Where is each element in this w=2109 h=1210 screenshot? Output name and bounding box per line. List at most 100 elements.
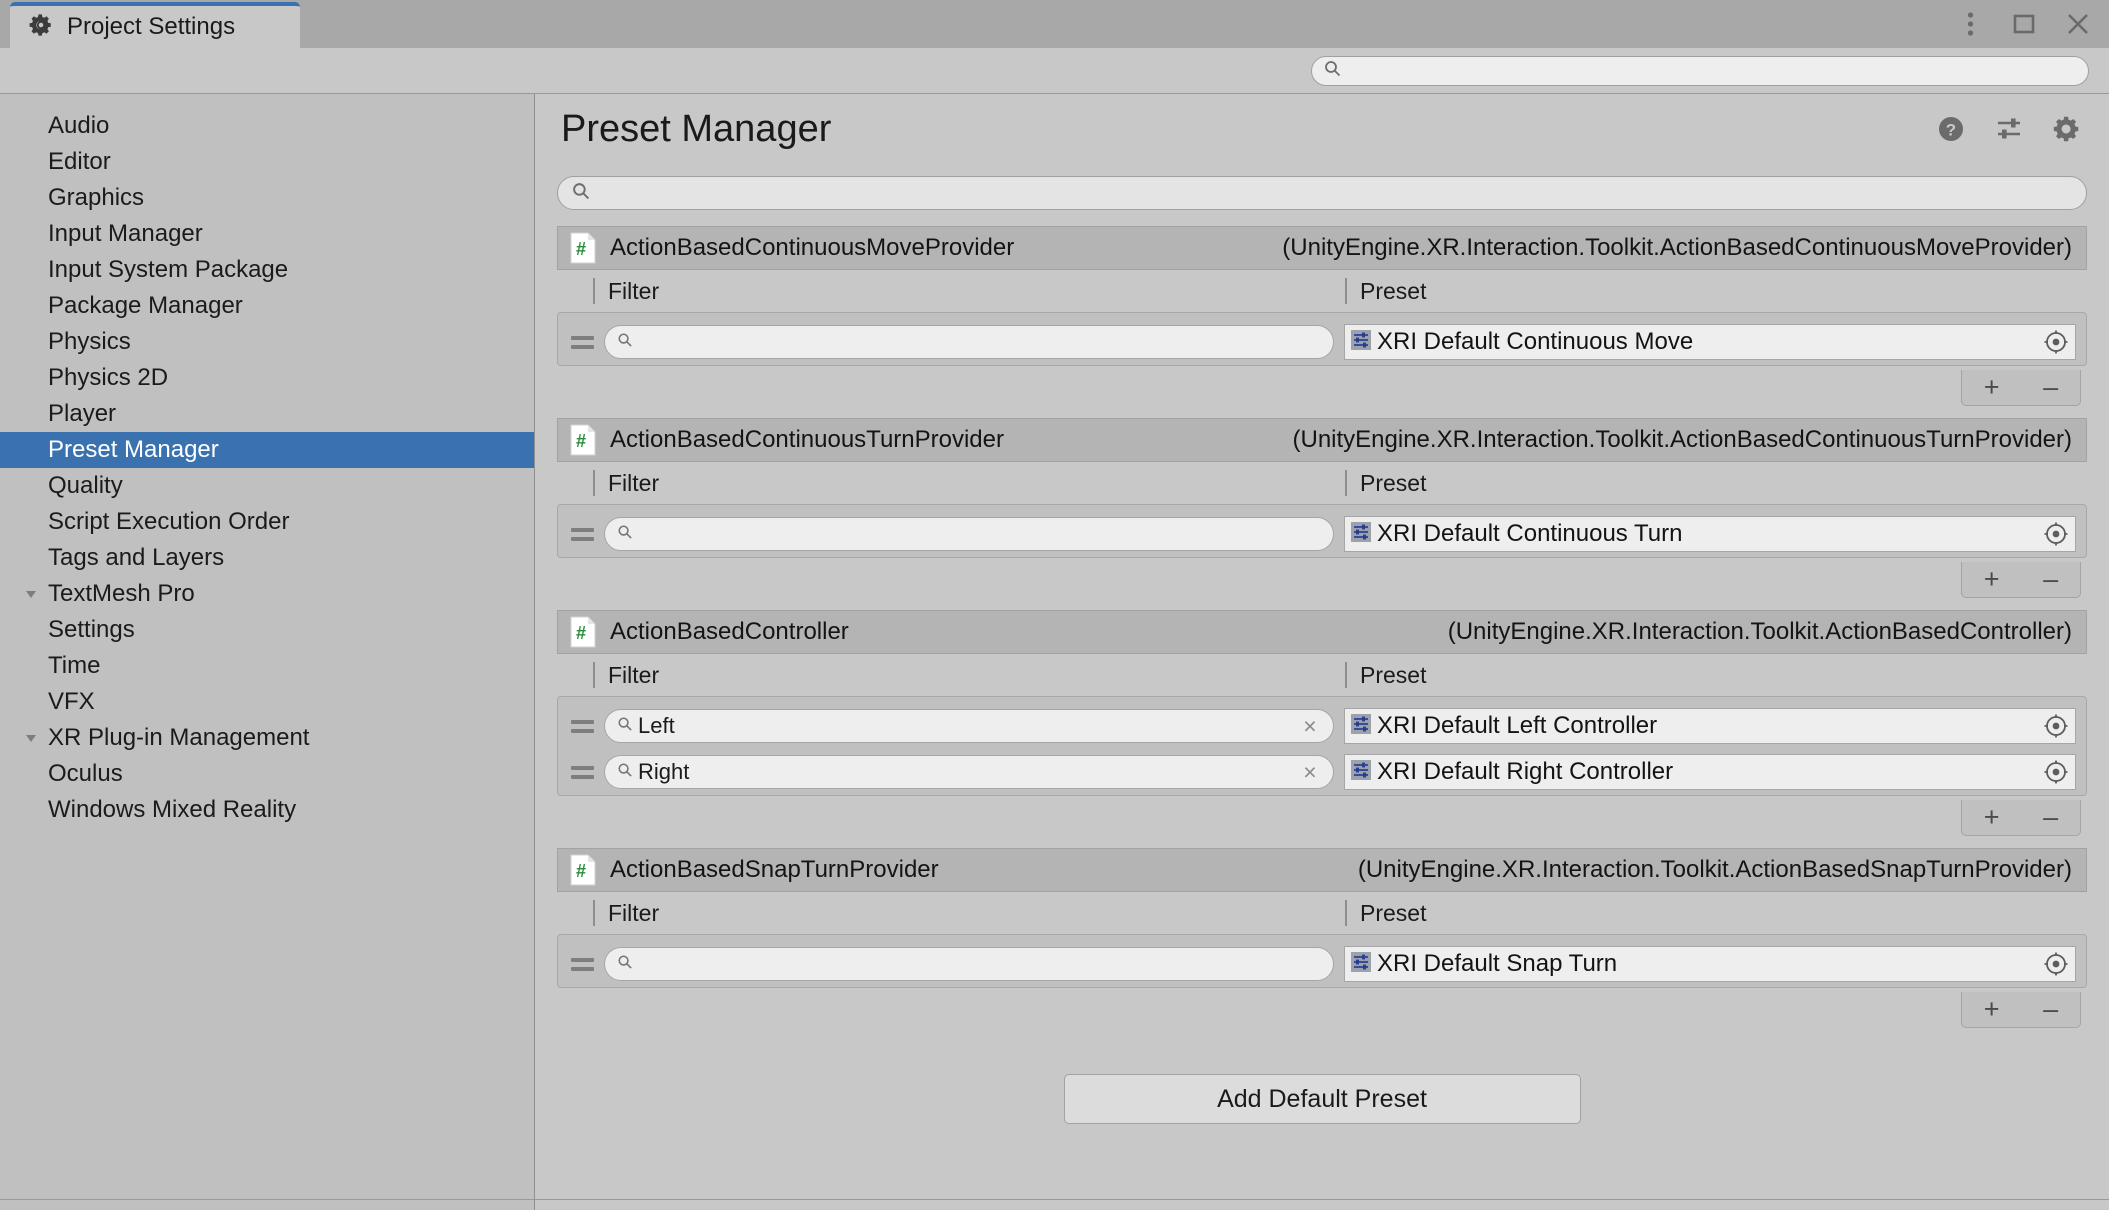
tab-project-settings[interactable]: Project Settings <box>10 2 300 48</box>
preset-asset-icon <box>1349 328 1373 357</box>
sidebar-item-textmesh-pro[interactable]: TextMesh Pro <box>0 576 534 612</box>
maximize-icon[interactable] <box>2007 7 2041 41</box>
preset-object-field[interactable]: XRI Default Continuous Move <box>1344 324 2076 360</box>
object-picker-icon[interactable] <box>2039 947 2073 981</box>
drag-handle-icon[interactable] <box>568 720 594 733</box>
chevron-down-icon[interactable] <box>18 586 44 602</box>
preset-value: XRI Default Snap Turn <box>1377 950 2035 978</box>
drag-handle-icon[interactable] <box>568 766 594 779</box>
global-search-field[interactable] <box>1311 56 2089 86</box>
sidebar-item-time[interactable]: Time <box>0 648 534 684</box>
sidebar-item-player[interactable]: Player <box>0 396 534 432</box>
preset-asset-icon <box>1349 712 1373 741</box>
preset-column-headers: FilterPreset <box>557 270 2087 312</box>
search-icon <box>617 524 633 545</box>
sidebar-item-editor[interactable]: Editor <box>0 144 534 180</box>
object-picker-icon[interactable] <box>2039 709 2073 743</box>
add-preset-button[interactable]: + <box>1984 804 2000 831</box>
preset-rows: XRI Default Snap Turn <box>557 934 2087 988</box>
preset-group-header[interactable]: #ActionBasedController(UnityEngine.XR.In… <box>557 610 2087 654</box>
add-preset-button[interactable]: + <box>1984 566 2000 593</box>
sidebar-item-label: Physics 2D <box>44 364 168 392</box>
drag-handle-icon[interactable] <box>568 958 594 971</box>
search-icon <box>617 954 633 975</box>
filter-input[interactable]: Right× <box>604 755 1334 789</box>
preset-object-field[interactable]: XRI Default Right Controller <box>1344 754 2076 790</box>
preset-group-header[interactable]: #ActionBasedContinuousTurnProvider(Unity… <box>557 418 2087 462</box>
sidebar-item-label: VFX <box>44 688 95 716</box>
preset-object-field[interactable]: XRI Default Left Controller <box>1344 708 2076 744</box>
drag-handle-icon[interactable] <box>568 336 594 349</box>
sidebar-item-tags-and-layers[interactable]: Tags and Layers <box>0 540 534 576</box>
drag-handle-icon[interactable] <box>568 528 594 541</box>
sidebar-list: Audio Editor Graphics Input ManagerInput Sy… <box>0 108 534 828</box>
remove-preset-button[interactable]: – <box>2043 996 2058 1023</box>
remove-preset-button[interactable]: – <box>2043 374 2058 401</box>
gear-icon[interactable] <box>2051 113 2083 145</box>
svg-text:#: # <box>576 239 586 259</box>
clear-filter-icon[interactable]: × <box>1297 713 1323 739</box>
csharp-script-icon: # <box>570 424 596 456</box>
preset-rows: Left× XRI Default Left Controller Right× XR… <box>557 696 2087 796</box>
close-icon[interactable] <box>2061 7 2095 41</box>
preset-asset-icon <box>1349 520 1373 549</box>
clear-filter-icon[interactable]: × <box>1297 759 1323 785</box>
preset-group-name: ActionBasedController <box>610 618 849 646</box>
preset-column-label: Preset <box>1345 470 1426 496</box>
preset-search-field[interactable] <box>557 176 2087 210</box>
main-panel: Preset Manager ? <box>535 94 2109 1210</box>
help-icon[interactable]: ? <box>1935 113 1967 145</box>
object-picker-icon[interactable] <box>2039 755 2073 789</box>
csharp-script-icon: # <box>570 854 596 886</box>
filter-input[interactable] <box>604 325 1334 359</box>
preset-search-input[interactable] <box>598 182 2072 204</box>
preset-column-header: Preset <box>1345 470 2087 496</box>
preset-group-type: (UnityEngine.XR.Interaction.Toolkit.Acti… <box>1293 426 2073 454</box>
preset-group: #ActionBasedSnapTurnProvider(UnityEngine… <box>557 848 2087 1034</box>
sidebar-item-script-execution-order[interactable]: Script Execution Order <box>0 504 534 540</box>
sidebar-item-quality[interactable]: Quality <box>0 468 534 504</box>
sidebar-item-graphics[interactable]: Graphics <box>0 180 534 216</box>
sidebar-item-preset-manager[interactable]: Preset Manager <box>0 432 534 468</box>
add-default-preset-button[interactable]: Add Default Preset <box>1064 1074 1581 1124</box>
add-preset-button[interactable]: + <box>1984 996 2000 1023</box>
sidebar-item-settings[interactable]: Settings <box>0 612 534 648</box>
preset-object-field[interactable]: XRI Default Snap Turn <box>1344 946 2076 982</box>
search-icon <box>1324 60 1341 82</box>
filter-input[interactable]: Left× <box>604 709 1334 743</box>
preset-group-header[interactable]: #ActionBasedSnapTurnProvider(UnityEngine… <box>557 848 2087 892</box>
chevron-down-icon[interactable] <box>18 730 44 746</box>
sidebar-item-audio[interactable]: Audio <box>0 108 534 144</box>
more-vertical-icon[interactable] <box>1953 7 1987 41</box>
sidebar-item-xr-plug-in-management[interactable]: XR Plug-in Management <box>0 720 534 756</box>
sidebar-item-input-manager[interactable]: Input Manager <box>0 216 534 252</box>
preset-group-type: (UnityEngine.XR.Interaction.Toolkit.Acti… <box>1358 856 2072 884</box>
remove-preset-button[interactable]: – <box>2043 804 2058 831</box>
svg-text:#: # <box>576 623 586 643</box>
sidebar-item-label: Graphics <box>44 184 144 212</box>
global-search-input[interactable] <box>1348 60 2076 82</box>
preset-object-field[interactable]: XRI Default Continuous Turn <box>1344 516 2076 552</box>
sidebar-item-package-manager[interactable]: Package Manager <box>0 288 534 324</box>
main-header: Preset Manager ? <box>535 94 2109 156</box>
preset-row: Right× XRI Default Right Controller <box>568 749 2076 795</box>
sidebar-item-physics-2d[interactable]: Physics 2D <box>0 360 534 396</box>
preset-value: XRI Default Continuous Turn <box>1377 520 2035 548</box>
sidebar-item-input-system-package[interactable]: Input System Package <box>0 252 534 288</box>
preset-group-header[interactable]: #ActionBasedContinuousMoveProvider(Unity… <box>557 226 2087 270</box>
preset-settings-icon[interactable] <box>1993 113 2025 145</box>
page-title: Preset Manager <box>561 108 1935 151</box>
object-picker-icon[interactable] <box>2039 517 2073 551</box>
sidebar-item-oculus[interactable]: Oculus <box>0 756 534 792</box>
sidebar-item-vfx[interactable]: VFX <box>0 684 534 720</box>
sidebar-item-windows-mixed-reality[interactable]: Windows Mixed Reality <box>0 792 534 828</box>
object-picker-icon[interactable] <box>2039 325 2073 359</box>
filter-column-label: Filter <box>593 278 659 304</box>
filter-input[interactable] <box>604 517 1334 551</box>
preset-column-headers: FilterPreset <box>557 892 2087 934</box>
filter-input[interactable] <box>604 947 1334 981</box>
remove-preset-button[interactable]: – <box>2043 566 2058 593</box>
sidebar-item-label: Audio <box>44 112 109 140</box>
sidebar-item-physics[interactable]: Physics <box>0 324 534 360</box>
add-preset-button[interactable]: + <box>1984 374 2000 401</box>
